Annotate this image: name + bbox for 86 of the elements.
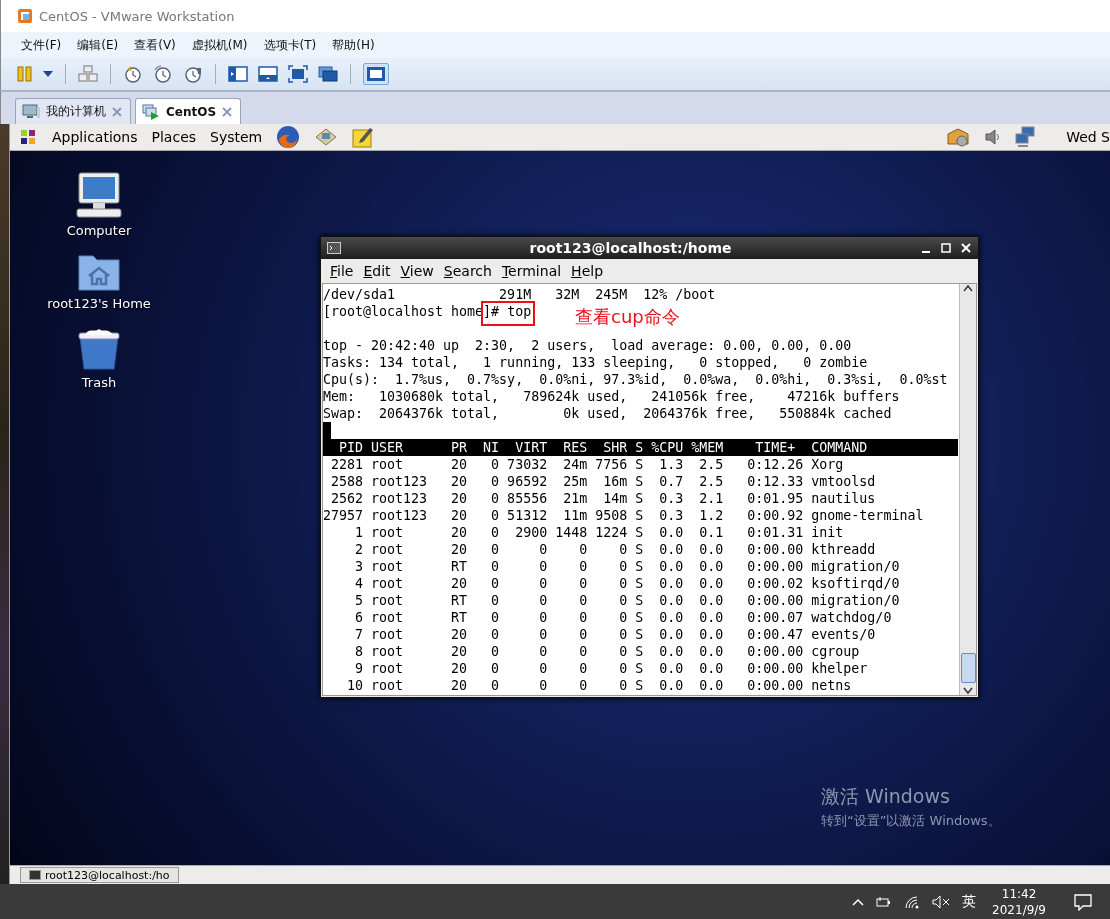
panel-menu[interactable]: System — [210, 129, 263, 145]
scroll-down-icon[interactable] — [963, 687, 973, 695]
menu-item[interactable]: 选项卡(T) — [255, 33, 325, 57]
terminal-icon — [29, 870, 41, 880]
terminal-line: 1 root 20 0 2900 1448 1224 S 0.0 0.1 0:01.31 init — [354, 524, 844, 541]
wifi-icon[interactable] — [904, 894, 921, 909]
unity-icon[interactable] — [318, 66, 338, 82]
terminal-line: 10 root 20 0 0 0 0 S 0.0 0.0 0:00.00 netns — [346, 677, 852, 694]
menu-item[interactable]: Terminal — [496, 261, 567, 281]
terminal-line: 2588 root123 20 0 96592 25m 16m S 0.7 2.5 0:12.33 vmtoolsd — [330, 473, 876, 490]
terminal-line: Mem: 1030680k total, 789624k used, 241056k free, 47216k buffers — [323, 388, 900, 405]
panel-menu[interactable]: Applications — [52, 129, 138, 145]
terminal-line: 9 root 20 0 0 0 0 S 0.0 0.0 0:00.00 khelper — [354, 660, 868, 677]
terminal-line: Cpu(s): 1.7%us, 0.7%sy, 0.0%ni, 97.3%id, 0.0%wa, 0.0%hi, 0.3%si, 0.0%st — [323, 371, 948, 388]
window-title: CentOS - VMware Workstation — [39, 8, 235, 24]
browser-icon[interactable] — [276, 125, 301, 149]
menu-item[interactable]: View — [395, 261, 439, 281]
terminal-line: 2281 root 20 0 73032 24m 7756 S 1.3 2.5 0:12.26 Xorg — [330, 456, 844, 473]
terminal-line: [root@localhost home — [323, 303, 484, 320]
taskbar-item[interactable]: root123@localhost:/ho — [20, 867, 179, 883]
snapshot-manager-icon[interactable] — [183, 64, 203, 84]
computer-icon — [75, 171, 123, 219]
terminal-line: 3 root RT 0 0 0 0 S 0.0 0.0 0:00.00 migration/0 — [354, 558, 900, 575]
tab[interactable]: CentOS — [135, 98, 242, 124]
menu-item[interactable]: Help — [566, 261, 609, 281]
input-method-indicator[interactable]: 英 — [962, 892, 977, 911]
scrollbar[interactable] — [959, 284, 976, 695]
home-folder-icon — [77, 252, 121, 292]
menu-item[interactable]: 查看(V) — [126, 33, 184, 57]
volume-icon[interactable] — [984, 127, 1001, 147]
terminal-line: /dev/sda1 291M 32M 245M 12% /boot — [323, 286, 716, 303]
terminal-line: 6 root RT 0 0 0 0 S 0.0 0.0 0:00.07 watchdog/0 — [354, 609, 892, 626]
maximize-icon[interactable] — [940, 242, 952, 254]
network-icon[interactable] — [1014, 126, 1037, 148]
app-icon — [17, 8, 33, 24]
console-view-icon — [366, 66, 386, 82]
terminal-line: top - 20:42:40 up 2:30, 2 users, load average: 0.00, 0.00, 0.00 — [323, 337, 852, 354]
terminal-line: 27957 root123 20 0 51312 11m 9508 S 0.3 1.2 0:00.92 gnome-terminal — [323, 507, 924, 524]
terminal-line: 7 root 20 0 0 0 0 S 0.0 0.0 0:00.47 events/0 — [354, 626, 876, 643]
annotation-text: 查看cup命令 — [575, 305, 680, 329]
fullscreen-icon[interactable] — [288, 65, 308, 83]
menu-item[interactable]: 帮助(H) — [324, 33, 383, 57]
revert-icon[interactable] — [153, 64, 173, 84]
menu-item[interactable]: 编辑(E) — [69, 33, 127, 57]
thumbnail-view-icon[interactable] — [258, 66, 278, 82]
running-vm-icon — [142, 103, 160, 120]
terminal-line: 2562 root123 20 0 85556 21m 14m S 0.3 2.1 0:01.95 nautilus — [330, 490, 876, 507]
window-title: root123@localhost:/home — [528, 240, 733, 256]
muted-speaker-icon[interactable] — [932, 894, 951, 909]
note-editor-icon[interactable] — [352, 126, 375, 148]
caret-icon[interactable] — [43, 71, 53, 77]
scroll-up-icon[interactable] — [963, 284, 973, 292]
terminal-icon — [327, 242, 341, 254]
tab[interactable]: 我的计算机 — [15, 98, 131, 124]
highlighted-command: ]# top — [483, 303, 534, 324]
pause-icon[interactable] — [17, 66, 33, 82]
distro-logo-icon[interactable] — [18, 127, 38, 147]
menu-item[interactable]: 文件(F) — [13, 33, 70, 57]
terminal-line: 2 root 20 0 0 0 0 S 0.0 0.0 0:00.00 kthreadd — [354, 541, 876, 558]
snapshot-icon[interactable] — [123, 64, 143, 84]
console-view-button[interactable] — [363, 63, 389, 85]
menu-item[interactable]: Search — [438, 261, 497, 281]
cursor — [323, 422, 331, 439]
panel-clock[interactable]: Wed S — [1066, 129, 1110, 145]
terminal-line: Tasks: 134 total, 1 running, 133 sleeping, 0 stopped, 0 zombie — [323, 354, 868, 371]
terminal-line: 5 root RT 0 0 0 0 S 0.0 0.0 0:00.00 migration/0 — [354, 592, 900, 609]
panel-menu[interactable]: Places — [151, 129, 197, 145]
activation-message: 转到“设置”以激活 Windows。 — [821, 812, 1001, 830]
activation-title: 激活 Windows — [821, 784, 951, 809]
menu-item[interactable]: 虚拟机(M) — [183, 33, 256, 57]
clock-time: 11:42 — [1001, 885, 1037, 902]
terminal-line: 8 root 20 0 0 0 0 S 0.0 0.0 0:00.00 cgroup — [354, 643, 860, 660]
menu-item[interactable]: Edit — [358, 261, 396, 281]
mail-icon[interactable] — [314, 127, 339, 147]
clock-date: 2021/9/9 — [992, 901, 1046, 918]
taskbar-clock[interactable]: 11:42 2021/9/9 — [992, 885, 1046, 918]
terminal-line: 4 root 20 0 0 0 0 S 0.0 0.0 0:00.02 ksoftirqd/0 — [354, 575, 900, 592]
computer-icon — [22, 103, 40, 120]
notification-icon[interactable] — [1074, 892, 1092, 911]
scrollbar-thumb[interactable] — [960, 653, 976, 683]
chevron-up-icon[interactable] — [852, 897, 865, 906]
terminal-line: Swap: 2064376k total, 0k used, 2064376k free, 550884k cached — [323, 405, 892, 422]
menu-item[interactable]: File — [325, 261, 359, 281]
send-keys-icon[interactable] — [78, 65, 98, 83]
sidebar-view-icon[interactable] — [228, 66, 248, 82]
power-icon[interactable] — [876, 895, 893, 908]
